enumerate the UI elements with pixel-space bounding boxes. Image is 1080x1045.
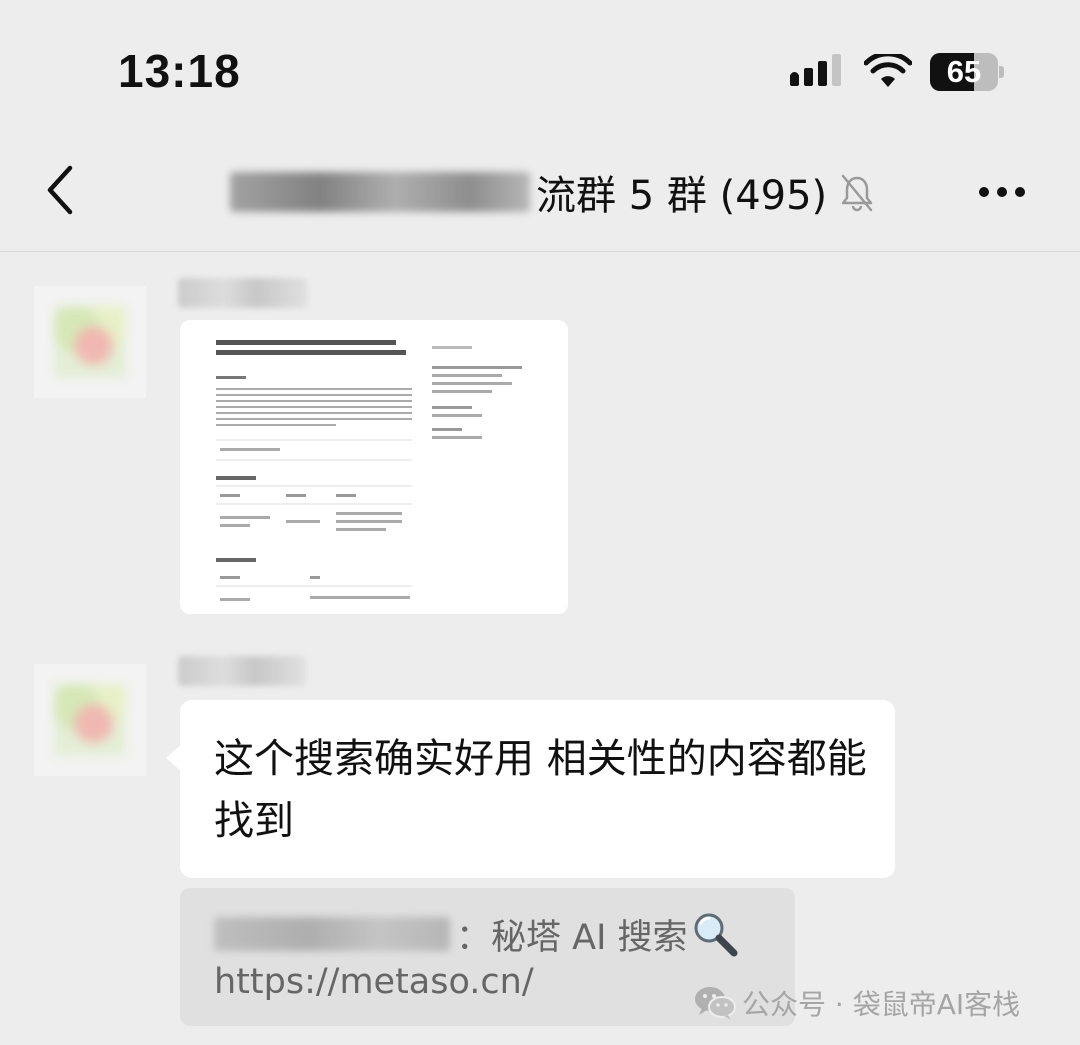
sender-name-redacted xyxy=(178,656,306,686)
wechat-icon xyxy=(695,987,736,1020)
image-message[interactable] xyxy=(180,320,568,614)
redacted-title-part xyxy=(230,172,530,212)
chat-header: 流群 5 群 (495) xyxy=(0,140,1080,252)
avatar[interactable] xyxy=(34,286,146,398)
battery-level: 65 xyxy=(946,54,982,89)
avatar[interactable] xyxy=(34,664,146,776)
chat-title: 流群 5 群 (495) xyxy=(536,173,828,219)
quote-text: ：秘塔 AI 搜索 xyxy=(456,917,688,958)
screenshot-thumbnail xyxy=(216,340,522,601)
quote-url[interactable]: https://metaso.cn/ xyxy=(214,962,534,1002)
battery-icon: 65 xyxy=(930,53,1004,91)
chat-title-group[interactable]: 流群 5 群 (495) xyxy=(230,164,877,220)
signal-icon xyxy=(790,54,841,86)
magnifier-icon xyxy=(694,913,738,957)
status-bar: 13:18 65 xyxy=(0,0,1080,140)
redacted-quote-sender xyxy=(214,917,450,951)
status-time: 13:18 xyxy=(118,45,241,97)
message-text: 这个搜索确实好用 相关性的内容都能找到 xyxy=(214,736,867,844)
watermark-text: 公众号 · 袋鼠帝AI客栈 xyxy=(742,988,1021,1021)
text-message[interactable]: 这个搜索确实好用 相关性的内容都能找到 xyxy=(166,700,895,878)
sender-name-redacted xyxy=(178,278,308,308)
ellipsis-icon[interactable] xyxy=(970,170,1034,214)
bell-slash-icon xyxy=(841,174,873,212)
chevron-left-icon[interactable] xyxy=(36,162,92,218)
watermark: 公众号 · 袋鼠帝AI客栈 xyxy=(694,980,1020,1026)
wifi-icon xyxy=(864,54,912,87)
